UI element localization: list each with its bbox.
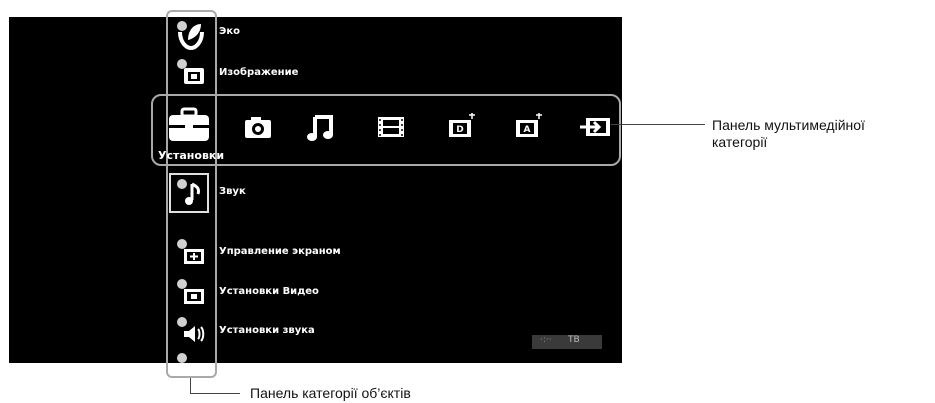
media-callout-line1: Панель мультимедійної <box>712 117 865 133</box>
item-video-settings-label[interactable]: Установки Видео <box>219 286 319 297</box>
tv-mode-badge: ·:·· ТВ <box>532 335 602 349</box>
items-callout-label: Панель категорії об’єктів <box>250 385 411 401</box>
photo-icon[interactable] <box>240 109 276 145</box>
external-input-icon[interactable] <box>578 109 614 145</box>
svg-text:D: D <box>456 125 463 135</box>
item-sound-settings-label[interactable]: Установки звука <box>219 325 315 336</box>
tv-digital-icon[interactable]: D <box>445 109 481 145</box>
item-category-bar <box>166 10 217 378</box>
media-selected-label: Установки <box>158 149 225 162</box>
media-callout-line <box>611 124 705 125</box>
item-screen-control-label[interactable]: Управление экраном <box>219 246 341 257</box>
settings-toolbox-icon[interactable] <box>166 104 212 144</box>
svg-text:A: A <box>524 125 531 135</box>
music-icon[interactable] <box>303 109 339 145</box>
item-eco-label[interactable]: Эко <box>219 26 240 37</box>
navigation-hint: ·:·· <box>540 335 552 345</box>
item-picture-label[interactable]: Изображение <box>219 67 298 78</box>
tv-mode-label: ТВ <box>568 335 580 345</box>
media-callout-line2: категорії <box>712 134 768 150</box>
tv-screen <box>9 17 622 363</box>
video-icon[interactable] <box>373 109 409 145</box>
tv-analog-icon[interactable]: A <box>512 109 548 145</box>
items-callout-horizontal <box>190 393 240 394</box>
item-sound-label[interactable]: Звук <box>219 186 246 197</box>
items-callout-vertical <box>190 378 191 393</box>
